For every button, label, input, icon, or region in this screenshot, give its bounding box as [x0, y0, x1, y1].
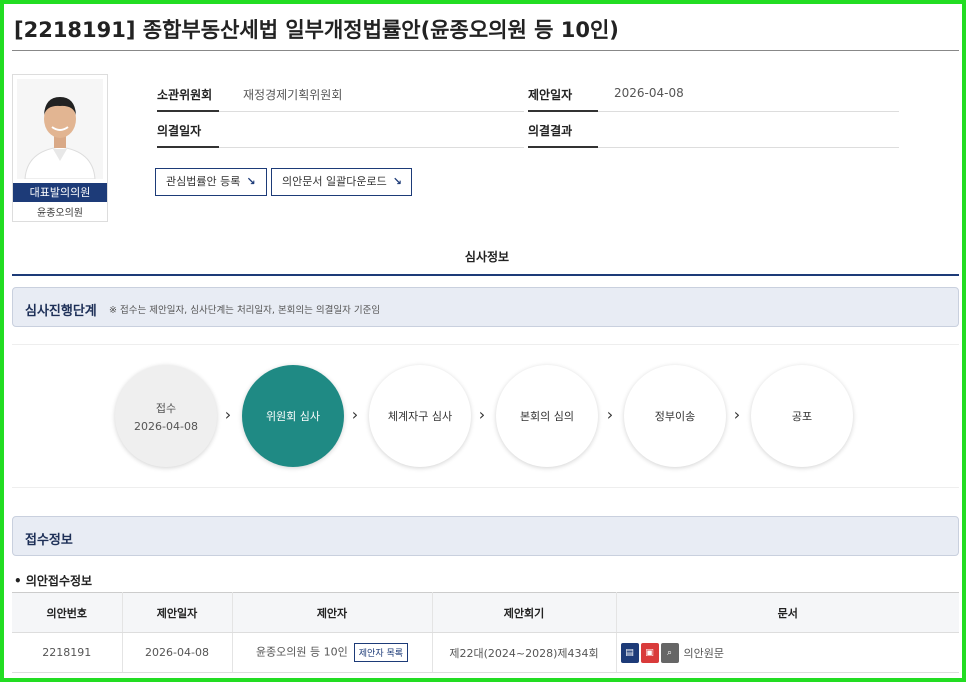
cell-date: 2026-04-08: [122, 632, 233, 673]
stage-section-header: 심사진행단계 ※ 접수는 제안일자, 심사단계는 처리일자, 본회의는 의결일자…: [12, 287, 959, 327]
step-promulgation: 공포: [751, 365, 853, 467]
step-label: 접수: [155, 401, 177, 415]
step-date: 2026-04-08: [134, 419, 198, 433]
representative-badge: 대표발의의원: [13, 183, 107, 202]
propose-date-value: 2026-04-08: [598, 76, 899, 112]
step-label: 위원회 심사: [265, 410, 321, 423]
bulk-download-label: 의안문서 일괄다운로드: [282, 175, 387, 188]
cell-session: 제22대(2024~2028)제434회: [432, 632, 617, 673]
step-government-transfer: 정부이송: [624, 365, 726, 467]
chevron-right-icon: ›: [606, 405, 614, 424]
step-receipt: 접수 2026-04-08: [115, 365, 217, 467]
proposer-card[interactable]: 대표발의의원 윤종오의원: [12, 74, 108, 222]
col-session: 제안회기: [432, 592, 617, 633]
receipt-table: 의안번호 제안일자 제안자 제안회기 문서 2218191 2026-04-08…: [12, 592, 959, 673]
stage-section-note: ※ 접수는 제안일자, 심사단계는 처리일자, 본회의는 의결일자 기준임: [109, 305, 381, 316]
resolution-date-value: [219, 112, 524, 148]
document-viewer-icon[interactable]: ⌕: [660, 642, 679, 663]
step-label: 정부이송: [654, 410, 696, 423]
chevron-right-icon: ›: [478, 405, 486, 424]
page-frame: [2218191] 종합부동산세법 일부개정법률안(윤종오의원 등 10인) 대…: [0, 0, 966, 682]
step-plenary: 본회의 심의: [496, 365, 598, 467]
table-row: 2218191 2026-04-08 윤종오의원 등 10인 제안자 목록 제22…: [12, 632, 959, 673]
hwp-file-icon[interactable]: ▤: [620, 642, 639, 663]
page-title: [2218191] 종합부동산세법 일부개정법률안(윤종오의원 등 10인): [14, 18, 619, 42]
arrow-down-right-icon: ↘: [392, 175, 402, 188]
bill-original-label: 의안원문: [683, 646, 724, 660]
tab-review-info[interactable]: 심사정보: [4, 248, 962, 265]
register-interest-label: 관심법률안 등록: [166, 175, 241, 188]
tab-underline: [12, 274, 959, 276]
stage-section-title: 심사진행단계: [25, 304, 97, 319]
table-header-row: 의안번호 제안일자 제안자 제안회기 문서: [12, 592, 959, 633]
chevron-right-icon: ›: [733, 405, 741, 424]
col-proposer: 제안자: [232, 592, 433, 633]
proposer-list-button[interactable]: 제안자 목록: [353, 643, 409, 662]
col-documents: 문서: [616, 592, 959, 633]
col-bill-no: 의안번호: [12, 592, 123, 633]
person-photo-icon: [17, 79, 103, 179]
stage-steps: 접수 2026-04-08 › 위원회 심사 › 체계자구 심사 › 본회의 심…: [12, 344, 959, 488]
receipt-section-title: 접수정보: [25, 533, 73, 548]
pdf-file-icon[interactable]: ▣: [640, 642, 659, 663]
cell-proposer: 윤종오의원 등 10인 제안자 목록: [232, 632, 433, 673]
step-label: 체계자구 심사: [387, 410, 453, 423]
committee-label: 소관위원회: [157, 76, 219, 112]
propose-date-label: 제안일자: [528, 76, 598, 112]
arrow-down-right-icon: ↘: [246, 175, 256, 188]
resolution-result-value: [598, 112, 899, 148]
proposer-name[interactable]: 윤종오의원: [13, 204, 107, 219]
register-interest-button[interactable]: 관심법률안 등록 ↘: [155, 168, 267, 196]
cell-documents: ▤ ▣ ⌕ 의안원문: [616, 632, 959, 673]
title-divider: [12, 50, 959, 51]
step-legal-review: 체계자구 심사: [369, 365, 471, 467]
proposer-text: 윤종오의원 등 10인: [255, 645, 348, 659]
step-label: 본회의 심의: [519, 410, 575, 423]
chevron-right-icon: ›: [224, 405, 232, 424]
receipt-subhead: • 의안접수정보: [14, 574, 93, 588]
col-date: 제안일자: [122, 592, 233, 633]
proposer-photo: [17, 79, 103, 179]
receipt-section-header: 접수정보: [12, 516, 959, 556]
bulk-download-button[interactable]: 의안문서 일괄다운로드 ↘: [271, 168, 412, 196]
step-label: 공포: [791, 410, 813, 423]
resolution-result-label: 의결결과: [528, 112, 598, 148]
committee-value: 재정경제기획위원회: [219, 76, 524, 112]
step-committee-review: 위원회 심사: [242, 365, 344, 467]
chevron-right-icon: ›: [351, 405, 359, 424]
resolution-date-label: 의결일자: [157, 112, 219, 148]
cell-bill-no: 2218191: [12, 632, 123, 673]
